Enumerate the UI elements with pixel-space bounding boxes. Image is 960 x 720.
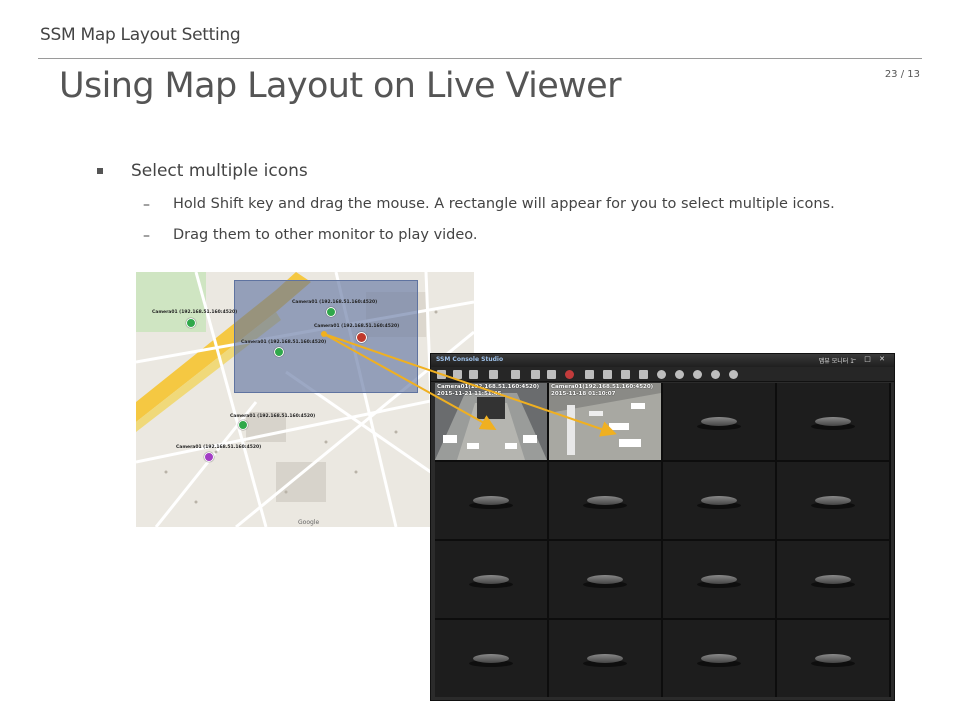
camera-pin-icon[interactable] xyxy=(204,452,214,462)
samsung-logo-icon xyxy=(701,654,737,663)
video-grid: Camera01(192.168.51.160:4520) 2015-11-21 … xyxy=(435,383,891,697)
camera-label: Camera01 (192.168.51.160:4520) xyxy=(241,340,327,345)
samsung-logo-icon xyxy=(815,575,851,584)
camera-snapshot-icon[interactable] xyxy=(531,370,540,379)
bullet-square-icon xyxy=(97,168,103,174)
camera-label: Camera01 (192.168.51.160:4520) xyxy=(314,324,400,329)
video-tile[interactable] xyxy=(549,620,661,697)
video-tile[interactable] xyxy=(777,541,889,618)
camera-pin-selected-icon[interactable] xyxy=(356,332,367,343)
video-tile[interactable] xyxy=(435,541,547,618)
video-tile[interactable]: Camera01(192.168.51.160:4520) 2015-11-18 … xyxy=(549,383,661,460)
samsung-logo-icon xyxy=(701,496,737,505)
camera-pin-icon[interactable] xyxy=(186,318,196,328)
map-view[interactable]: Camera01 (192.168.51.160:4520) Camera01 … xyxy=(136,272,474,527)
grid-icon[interactable] xyxy=(453,370,462,379)
contrast-icon[interactable] xyxy=(729,370,738,379)
samsung-logo-icon xyxy=(587,654,623,663)
audio-icon[interactable] xyxy=(603,370,612,379)
deck-header: SSM Map Layout Setting xyxy=(40,25,241,45)
video-tile[interactable]: Camera01(192.168.51.160:4520) 2015-11-21 … xyxy=(435,383,547,460)
samsung-logo-icon xyxy=(815,496,851,505)
mic-icon[interactable] xyxy=(621,370,630,379)
camera-pin-icon[interactable] xyxy=(326,307,336,317)
camera-overlay-label: Camera01(192.168.51.160:4520) 2015-11-18 … xyxy=(551,384,654,397)
sub-bullet-1: Hold Shift key and drag the mouse. A rec… xyxy=(173,196,835,212)
camera-pin-icon[interactable] xyxy=(238,420,248,430)
zoom-in-icon[interactable] xyxy=(657,370,666,379)
camera-label: Camera01 (192.168.51.160:4520) xyxy=(176,445,262,450)
layout-icon[interactable] xyxy=(437,370,446,379)
header-divider xyxy=(38,58,922,59)
video-tile[interactable] xyxy=(777,383,889,460)
sub-bullet-dash: – xyxy=(143,197,150,213)
split-icon[interactable] xyxy=(469,370,478,379)
video-tile[interactable] xyxy=(435,462,547,539)
video-tile[interactable] xyxy=(777,462,889,539)
samsung-logo-icon xyxy=(473,575,509,584)
video-tile[interactable] xyxy=(663,462,775,539)
camera-overlay-label: Camera01(192.168.51.160:4520) 2015-11-21 … xyxy=(437,384,540,397)
brightness-icon[interactable] xyxy=(711,370,720,379)
ptz-icon[interactable] xyxy=(639,370,648,379)
samsung-logo-icon xyxy=(815,654,851,663)
lock-icon[interactable] xyxy=(511,370,520,379)
page-number: 23 / 13 xyxy=(884,69,920,80)
layout-name: 맵뷰 모니터 1 xyxy=(818,358,854,365)
record-icon[interactable] xyxy=(565,370,574,379)
title-bar[interactable]: SSM Console Studio 맵뷰 모니터 1 – □ ✕ xyxy=(431,354,894,367)
camera-label: Camera01 (192.168.51.160:4520) xyxy=(292,300,378,305)
app-title: SSM Console Studio xyxy=(436,356,504,363)
sub-bullet-2: Drag them to other monitor to play video… xyxy=(173,227,478,243)
map-attribution: Google xyxy=(298,519,320,526)
sub-bullet-dash: – xyxy=(143,228,150,244)
video-tile[interactable] xyxy=(663,541,775,618)
window-controls[interactable]: – □ ✕ xyxy=(853,355,888,363)
samsung-logo-icon xyxy=(701,417,737,426)
samsung-logo-icon xyxy=(473,654,509,663)
video-tile[interactable] xyxy=(549,541,661,618)
zoom-out-icon[interactable] xyxy=(675,370,684,379)
samsung-logo-icon xyxy=(815,417,851,426)
camera-label: Camera01 (192.168.51.160:4520) xyxy=(152,310,238,315)
samsung-logo-icon xyxy=(587,575,623,584)
samsung-logo-icon xyxy=(587,496,623,505)
video-tile[interactable] xyxy=(549,462,661,539)
camera-label: Camera01 (192.168.51.160:4520) xyxy=(230,414,316,419)
toolbar xyxy=(431,367,894,382)
stop-icon[interactable] xyxy=(585,370,594,379)
zoom-reset-icon[interactable] xyxy=(693,370,702,379)
video-tile[interactable] xyxy=(663,383,775,460)
slide-title: Using Map Layout on Live Viewer xyxy=(59,66,622,106)
samsung-logo-icon xyxy=(701,575,737,584)
bullet-text: Select multiple icons xyxy=(131,161,308,181)
monitor-icon[interactable] xyxy=(489,370,498,379)
video-tile[interactable] xyxy=(435,620,547,697)
camera-pin-icon[interactable] xyxy=(274,347,284,357)
video-tile[interactable] xyxy=(663,620,775,697)
print-icon[interactable] xyxy=(547,370,556,379)
console-window[interactable]: SSM Console Studio 맵뷰 모니터 1 – □ ✕ Camera… xyxy=(430,353,895,701)
selection-rectangle xyxy=(234,280,418,393)
video-tile[interactable] xyxy=(777,620,889,697)
samsung-logo-icon xyxy=(473,496,509,505)
